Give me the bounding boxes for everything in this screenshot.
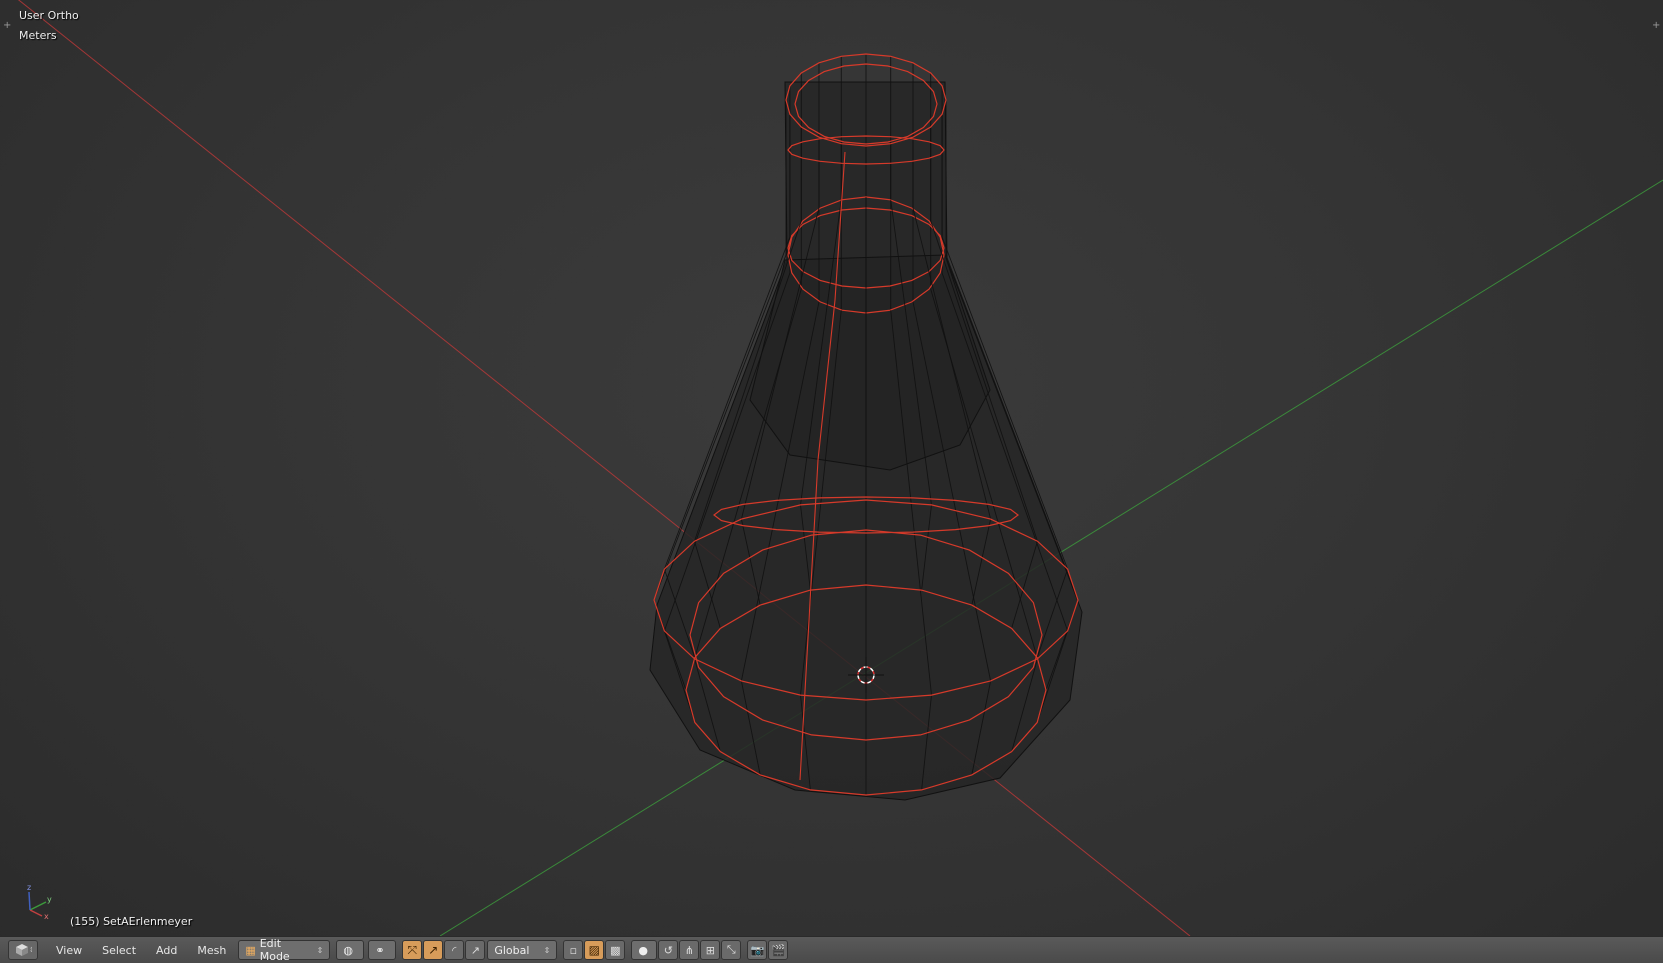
face-select-button[interactable]: ▩: [605, 940, 626, 960]
view-name-label: User Ortho: [19, 9, 79, 22]
vertex-select-button[interactable]: ▫: [563, 940, 584, 960]
falloff-button[interactable]: ↺: [658, 940, 679, 960]
manipulator-icon: ⤧: [407, 942, 418, 957]
edge-select-button[interactable]: ▨: [584, 940, 605, 960]
region-corner-icon[interactable]: +: [1652, 20, 1660, 31]
edit-mode-icon: ▦: [245, 943, 256, 957]
object-info-label: (155) SetAErlenmeyer: [70, 915, 193, 928]
orientation-value: Global: [494, 943, 530, 957]
magnet-icon: ⊞: [705, 943, 715, 957]
camera-icon: 📷: [750, 943, 765, 957]
snap-element-button[interactable]: ⋔: [679, 940, 700, 960]
translate-manipulator-button[interactable]: ↗: [423, 940, 444, 960]
3d-view-icon: ⇕: [16, 944, 32, 956]
pivot-icon: ⚭: [375, 943, 385, 957]
edge-select-icon: ▨: [588, 943, 600, 957]
proportional-edit-icon: ●: [638, 943, 648, 957]
scale-manipulator-button[interactable]: ↗: [465, 940, 486, 960]
axis-label-y: y: [47, 895, 52, 904]
rotate-manipulator-button[interactable]: ◜: [444, 940, 465, 960]
vertex-select-icon: ▫: [569, 943, 578, 957]
editor-type-button[interactable]: ⇕: [8, 940, 38, 960]
move-icon: ↗: [428, 943, 439, 957]
mode-value: Edit Mode: [259, 937, 290, 963]
axis-label-x: x: [44, 912, 49, 920]
3d-view-header: ⇕ View Select Add Mesh ▦ Edit Mode ⇕ ◍ ⚭…: [0, 936, 1663, 963]
orientation-dropdown[interactable]: Global ⇕: [487, 940, 558, 960]
rotate-icon: ◜: [452, 943, 457, 957]
snap-target-button[interactable]: ⤡: [721, 940, 742, 960]
render-button[interactable]: 📷: [747, 940, 768, 960]
mode-dropdown[interactable]: ▦ Edit Mode ⇕: [238, 937, 331, 963]
manipulator-toggle-button[interactable]: ⤧: [402, 940, 423, 960]
pivot-dropdown[interactable]: ⚭: [368, 940, 397, 960]
snap-element-icon: ⋔: [684, 943, 694, 957]
svg-text:⇕: ⇕: [29, 946, 32, 954]
menu-select[interactable]: Select: [94, 940, 144, 960]
menu-mesh[interactable]: Mesh: [189, 940, 234, 960]
proportional-edit-dropdown[interactable]: ●: [631, 940, 658, 960]
clapper-icon: 🎬: [771, 943, 786, 957]
face-select-icon: ▩: [610, 943, 621, 957]
sphere-icon: ◍: [343, 943, 353, 957]
scene-canvas[interactable]: [0, 0, 1663, 936]
render-anim-button[interactable]: 🎬: [768, 940, 789, 960]
chevron-updown-icon: ⇕: [543, 945, 551, 955]
falloff-icon: ↺: [663, 943, 673, 957]
units-label: Meters: [19, 29, 57, 42]
region-corner-icon[interactable]: +: [3, 20, 11, 31]
3d-viewport[interactable]: User Ortho Meters + + y x z (155) SetAEr…: [0, 0, 1663, 936]
menu-add[interactable]: Add: [148, 940, 185, 960]
chevron-updown-icon: ⇕: [316, 945, 324, 955]
snap-target-icon: ⤡: [726, 943, 736, 956]
menu-view[interactable]: View: [48, 940, 90, 960]
scale-icon: ↗: [470, 943, 480, 957]
snap-toggle-button[interactable]: ⊞: [700, 940, 721, 960]
axis-label-z: z: [27, 883, 31, 892]
axis-gizmo: y x z: [27, 883, 52, 920]
viewport-shading-dropdown[interactable]: ◍: [336, 940, 365, 960]
